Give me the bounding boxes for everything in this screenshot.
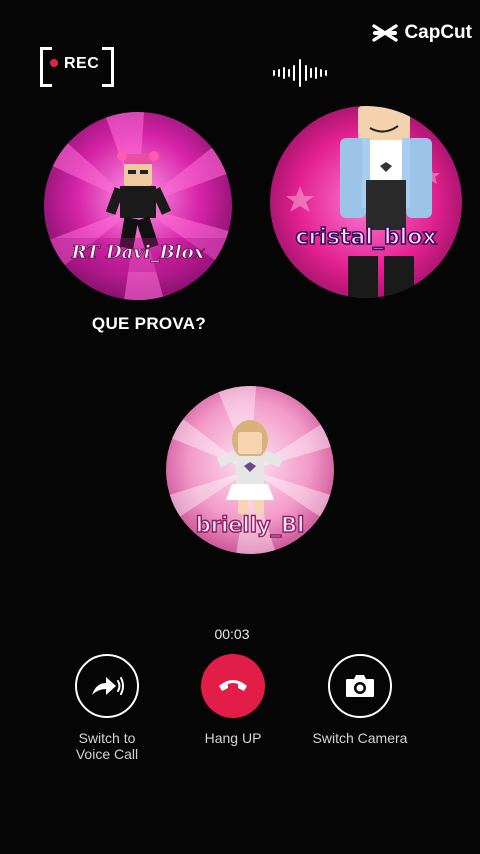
participant-1-name-overlay: RT Davi_Blox bbox=[71, 242, 205, 263]
hang-up-label: Hang UP bbox=[204, 730, 262, 746]
call-timer: 00:03 bbox=[214, 626, 250, 642]
capcut-logo-icon bbox=[372, 24, 399, 42]
switch-camera-label: Switch Camera bbox=[312, 730, 408, 746]
switch-camera-button[interactable] bbox=[328, 654, 392, 718]
participant-3-name-overlay: brielly_Bl bbox=[196, 513, 305, 537]
rec-bracket-right bbox=[102, 47, 114, 87]
participant-avatar-1[interactable]: RT Davi_Blox bbox=[44, 112, 232, 300]
rec-label: REC bbox=[64, 55, 100, 72]
audio-wave-icon bbox=[273, 59, 327, 87]
participant-2-name-overlay: cristal_blox bbox=[295, 225, 436, 250]
camera-icon bbox=[346, 675, 374, 697]
participant-1-caption: QUE PROVA? bbox=[91, 314, 207, 333]
rec-dot-icon bbox=[50, 59, 58, 67]
participant-avatar-3[interactable]: brielly_Bl bbox=[166, 386, 334, 554]
arrow-sound-icon bbox=[92, 677, 124, 695]
switch-to-voice-call-label: Switch to Voice Call bbox=[75, 730, 139, 762]
switch-camera-control[interactable]: Switch Camera bbox=[290, 654, 430, 746]
participant-avatar-2[interactable]: cristal_blox bbox=[270, 106, 462, 298]
rec-bracket-left bbox=[40, 47, 52, 87]
capcut-watermark: CapCut bbox=[372, 20, 472, 46]
recording-indicator: REC bbox=[40, 47, 114, 87]
capcut-brand-text: CapCut bbox=[404, 22, 472, 43]
hang-up-button[interactable] bbox=[201, 654, 265, 718]
switch-to-voice-call-control[interactable]: Switch to Voice Call bbox=[37, 654, 177, 762]
switch-to-voice-call-button[interactable] bbox=[75, 654, 139, 718]
hang-up-control[interactable]: Hang UP bbox=[163, 654, 303, 746]
phone-hangup-icon bbox=[219, 680, 247, 691]
